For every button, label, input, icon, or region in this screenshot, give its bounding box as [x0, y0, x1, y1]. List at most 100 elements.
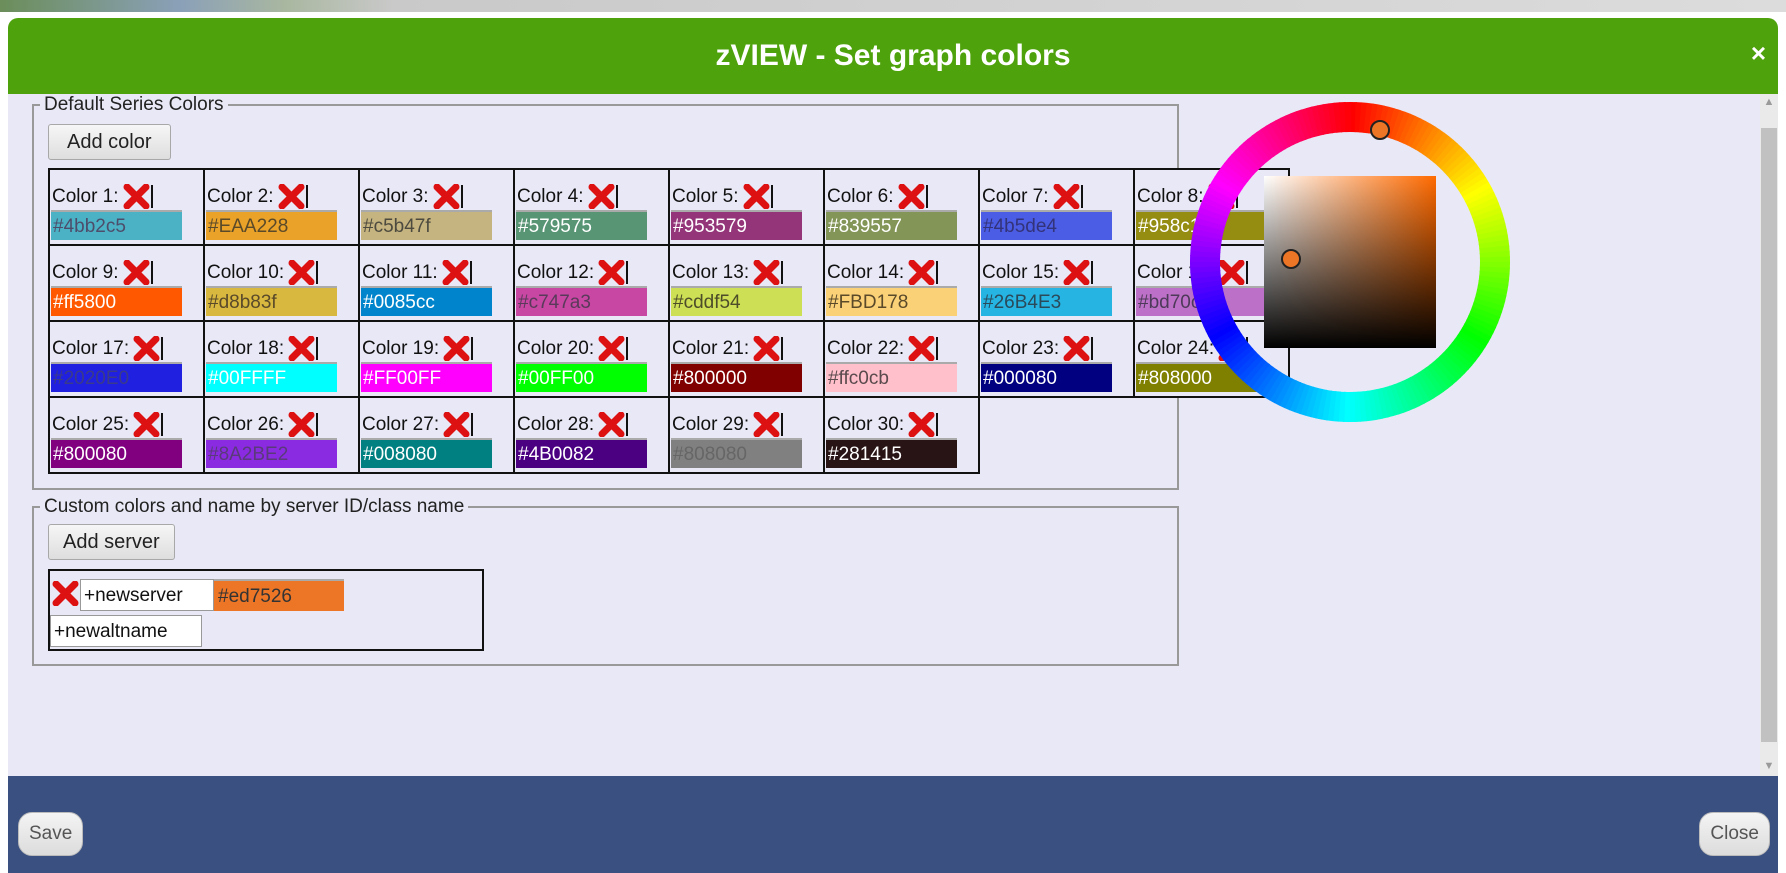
color-label-text: Color 2:	[207, 185, 274, 207]
hue-handle[interactable]	[1370, 120, 1390, 140]
delete-color-icon[interactable]	[598, 412, 625, 437]
color-swatch-input[interactable]: #FF00FF	[361, 362, 492, 392]
delete-color-icon[interactable]	[908, 260, 935, 285]
delete-color-icon[interactable]	[443, 336, 470, 361]
color-swatch-input[interactable]: #c747a3	[516, 286, 647, 316]
color-swatch-input[interactable]: #579575	[516, 210, 647, 240]
color-swatch-input[interactable]: #4bb2c5	[51, 210, 182, 240]
color-label: Color 29:	[672, 412, 784, 437]
color-swatch-input[interactable]: #4B0082	[516, 438, 647, 468]
color-picker[interactable]	[1188, 100, 1512, 424]
delete-color-icon[interactable]	[442, 260, 469, 285]
color-swatch-input[interactable]: #c5b47f	[361, 210, 492, 240]
color-label-text: Color 29:	[672, 413, 750, 435]
close-button[interactable]: Close	[1699, 812, 1770, 856]
separator	[925, 185, 928, 208]
close-icon[interactable]: ×	[1751, 40, 1766, 66]
color-swatch-input[interactable]: #2020E0	[51, 362, 182, 392]
delete-color-icon[interactable]	[588, 184, 615, 209]
delete-color-icon[interactable]	[123, 260, 150, 285]
vertical-scrollbar[interactable]: ▲ ▼	[1760, 94, 1778, 776]
delete-color-icon[interactable]	[1053, 184, 1080, 209]
delete-color-icon[interactable]	[743, 184, 770, 209]
color-swatch-input[interactable]: #800080	[51, 438, 182, 468]
separator	[469, 261, 472, 284]
server-altname-input[interactable]: +newaltname	[50, 615, 202, 647]
color-swatch-input[interactable]: #281415	[826, 438, 957, 468]
color-swatch-input[interactable]: #008080	[361, 438, 492, 468]
color-swatch-input[interactable]: #839557	[826, 210, 957, 240]
color-label-text: Color 1:	[52, 185, 119, 207]
separator	[305, 185, 308, 208]
add-server-button[interactable]: Add server	[48, 524, 175, 560]
color-cell: Color 2: #EAA228	[205, 170, 360, 246]
color-label-text: Color 27:	[362, 413, 440, 435]
delete-color-icon[interactable]	[133, 336, 160, 361]
separator	[471, 413, 474, 436]
color-cell: Color 22: #ffc0cb	[825, 322, 980, 398]
separator	[1091, 337, 1094, 360]
color-swatch-input[interactable]: #0085cc	[361, 286, 492, 316]
scroll-up-arrow[interactable]: ▲	[1760, 96, 1778, 108]
delete-color-icon[interactable]	[288, 412, 315, 437]
color-cell: Color 3: #c5b47f	[360, 170, 515, 246]
color-swatch-input[interactable]: #00FF00	[516, 362, 647, 392]
delete-color-icon[interactable]	[1063, 260, 1090, 285]
delete-color-icon[interactable]	[123, 184, 150, 209]
dialog-title: zVIEW - Set graph colors	[715, 39, 1071, 72]
scrollbar-thumb[interactable]	[1761, 128, 1777, 742]
dialog-title-bar: zVIEW - Set graph colors ×	[8, 18, 1778, 94]
color-cell: Color 26: #8A2BE2	[205, 398, 360, 474]
color-label-text: Color 5:	[672, 185, 739, 207]
color-cell: Color 29: #808080	[670, 398, 825, 474]
color-cell: Color 25: #800080	[50, 398, 205, 474]
delete-color-icon[interactable]	[598, 336, 625, 361]
saturation-handle[interactable]	[1281, 249, 1301, 269]
delete-color-icon[interactable]	[898, 184, 925, 209]
color-swatch-input[interactable]: #ffc0cb	[826, 362, 957, 392]
color-swatch-input[interactable]: #d8b83f	[206, 286, 337, 316]
scroll-down-arrow[interactable]: ▼	[1760, 760, 1778, 772]
delete-color-icon[interactable]	[753, 260, 780, 285]
color-swatch-input[interactable]: #000080	[981, 362, 1112, 392]
delete-color-icon[interactable]	[278, 184, 305, 209]
color-swatch-input[interactable]: #26B4E3	[981, 286, 1112, 316]
server-color-swatch[interactable]: #ed7526	[214, 579, 344, 611]
delete-color-icon[interactable]	[433, 184, 460, 209]
delete-server-icon[interactable]	[52, 581, 79, 606]
color-swatch-input[interactable]: #8A2BE2	[206, 438, 337, 468]
color-swatch-input[interactable]: #808080	[671, 438, 802, 468]
add-color-button[interactable]: Add color	[48, 124, 171, 160]
server-entry: +newserver #ed7526 +newaltname	[48, 569, 484, 651]
color-label-text: Color 6:	[827, 185, 894, 207]
delete-color-icon[interactable]	[598, 260, 625, 285]
delete-color-icon[interactable]	[908, 336, 935, 361]
color-label: Color 28:	[517, 412, 629, 437]
color-label: Color 13:	[672, 260, 784, 285]
delete-color-icon[interactable]	[288, 260, 315, 285]
color-label: Color 9:	[52, 260, 153, 285]
color-cell: Color 1: #4bb2c5	[50, 170, 205, 246]
delete-color-icon[interactable]	[443, 412, 470, 437]
color-swatch-input[interactable]: #4b5de4	[981, 210, 1112, 240]
color-swatch-input[interactable]: #EAA228	[206, 210, 337, 240]
color-cell: Color 27: #008080	[360, 398, 515, 474]
color-swatch-input[interactable]: #953579	[671, 210, 802, 240]
delete-color-icon[interactable]	[753, 412, 780, 437]
dialog-content: Default Series Colors Add color Color 1:…	[8, 94, 1760, 776]
delete-color-icon[interactable]	[908, 412, 935, 437]
color-swatch-input[interactable]: #cddf54	[671, 286, 802, 316]
color-swatch-input[interactable]: #ff5800	[51, 286, 182, 316]
color-swatch-input[interactable]: #00FFFF	[206, 362, 337, 392]
color-label-text: Color 12:	[517, 261, 595, 283]
color-label-text: Color 15:	[982, 261, 1060, 283]
server-name-input[interactable]: +newserver	[80, 579, 214, 611]
color-label: Color 30:	[827, 412, 939, 437]
delete-color-icon[interactable]	[753, 336, 780, 361]
delete-color-icon[interactable]	[288, 336, 315, 361]
delete-color-icon[interactable]	[1063, 336, 1090, 361]
color-swatch-input[interactable]: #800000	[671, 362, 802, 392]
delete-color-icon[interactable]	[133, 412, 160, 437]
color-swatch-input[interactable]: #FBD178	[826, 286, 957, 316]
save-button[interactable]: Save	[18, 812, 84, 856]
